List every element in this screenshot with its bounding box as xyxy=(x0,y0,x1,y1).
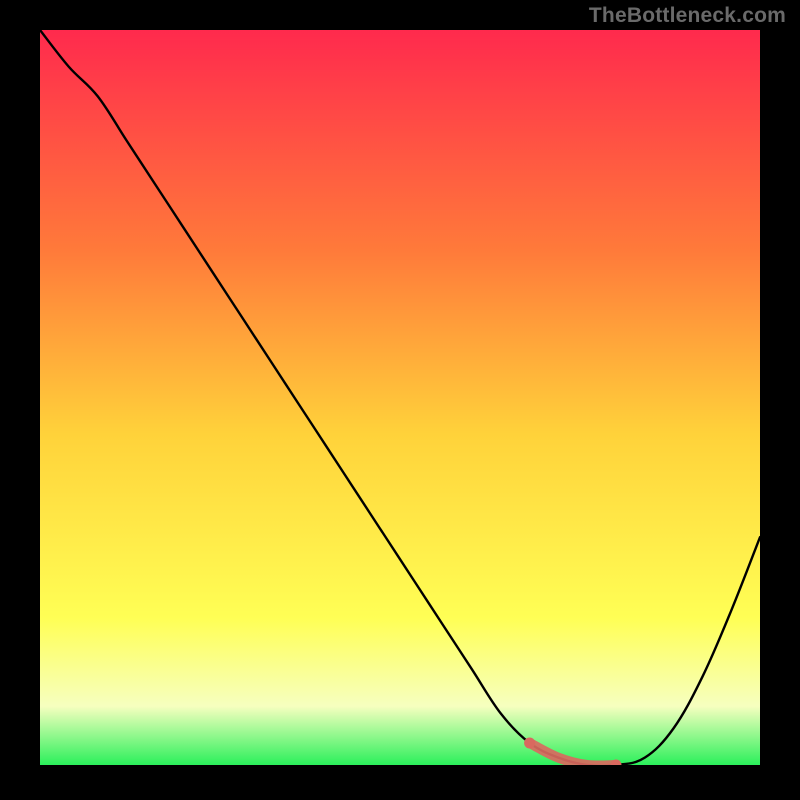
watermark-text: TheBottleneck.com xyxy=(589,4,786,28)
chart-background-gradient xyxy=(40,30,760,765)
chart-svg xyxy=(40,30,760,765)
highlight-endpoint xyxy=(524,737,535,748)
chart-plot xyxy=(40,30,760,765)
chart-frame: TheBottleneck.com xyxy=(0,0,800,800)
